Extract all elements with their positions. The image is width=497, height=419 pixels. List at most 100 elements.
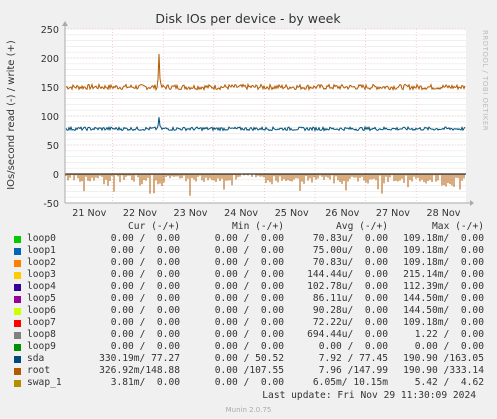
legend-cur: 0.00 / 0.00 (110, 293, 180, 304)
x-tick-label: 24 Nov (224, 208, 258, 219)
legend-min: 0.00 / 0.00 (214, 233, 284, 244)
legend-row-loop7: loop7 0.00 / 0.00 0.00 / 0.00 72.22u/ 0.00 1… (8, 317, 484, 329)
legend-swatch (14, 320, 21, 327)
legend-cur: 0.00 / 0.00 (110, 305, 180, 316)
header-max: Max (-/+) (432, 221, 484, 232)
legend-row-loop5: loop5 0.00 / 0.00 0.00 / 0.00 86.11u/ 0.00 1… (8, 293, 484, 305)
x-tick-label: 22 Nov (123, 208, 157, 219)
y-tick-label: 200 (41, 54, 59, 65)
legend-cur: 330.19m/ 77.27 (99, 353, 180, 364)
legend-row-loop6: loop6 0.00 / 0.00 0.00 / 0.00 90.28u/ 0.00 1… (8, 305, 484, 317)
legend-header-row: Cur (-/+) Min (-/+) Avg (-/+) Max (-/+) (8, 221, 484, 233)
y-tick-label: 0 (53, 170, 59, 181)
legend-min: 0.00 / 0.00 (214, 269, 284, 280)
x-tick-label: 25 Nov (275, 208, 309, 219)
legend-max: 0.00 / 0.00 (414, 341, 484, 352)
legend-row-loop9: loop9 0.00 / 0.00 0.00 / 0.00 0.00 / 0.00 0.… (8, 341, 484, 353)
legend-avg: 90.28u/ 0.00 (312, 305, 388, 316)
legend-swatch (14, 272, 21, 279)
legend-min: 0.00 / 0.00 (214, 281, 284, 292)
legend-name: loop9 (27, 341, 56, 352)
legend-max: 144.50m/ 0.00 (403, 305, 484, 316)
legend-table: Cur (-/+) Min (-/+) Avg (-/+) Max (-/+) … (8, 221, 484, 389)
legend-swatch (14, 332, 21, 339)
x-tick-label: 21 Nov (72, 208, 106, 219)
legend-max: 109.18m/ 0.00 (403, 317, 484, 328)
legend-row-loop3: loop3 0.00 / 0.00 0.00 / 0.00 144.44u/ 0.00… (8, 269, 484, 281)
legend-cur: 3.81m/ 0.00 (110, 377, 180, 388)
legend-name: loop4 (27, 281, 56, 292)
y-tick-label: -50 (43, 199, 59, 210)
legend-cur: 0.00 / 0.00 (110, 269, 180, 280)
legend-swatch (14, 248, 21, 255)
legend-name: root (27, 365, 51, 376)
header-avg: Avg (-/+) (336, 221, 388, 232)
legend-min: 0.00 /107.55 (214, 365, 284, 376)
legend-row-swap_1: swap_1 3.81m/ 0.00 0.00 / 0.00 6.05m/ 10.15… (8, 377, 484, 389)
legend-cur: 0.00 / 0.00 (110, 281, 180, 292)
legend-name: loop2 (27, 257, 56, 268)
legend-min: 0.00 / 0.00 (214, 293, 284, 304)
legend-swatch (14, 236, 21, 243)
legend-avg: 86.11u/ 0.00 (312, 293, 388, 304)
rrdtool-credit: RRDTOOL / TOBI OETIKER (481, 30, 489, 132)
legend-name: sda (27, 353, 45, 364)
legend-name: loop6 (27, 305, 56, 316)
legend-name: loop8 (27, 329, 56, 340)
legend-row-loop4: loop4 0.00 / 0.00 0.00 / 0.00 102.78u/ 0.00… (8, 281, 484, 293)
legend-swatch (14, 368, 21, 375)
legend-max: 190.90 /333.14 (403, 365, 484, 376)
legend-row-loop8: loop8 0.00 / 0.00 0.00 / 0.00 694.44u/ 0.00… (8, 329, 484, 341)
legend-name: loop0 (27, 233, 56, 244)
chart-title: Disk IOs per device - by week (155, 11, 341, 26)
legend-cur: 326.92m/148.88 (99, 365, 180, 376)
y-tick-label: 250 (41, 25, 59, 36)
legend-avg: 102.78u/ 0.00 (307, 281, 388, 292)
x-tick-label: 26 Nov (325, 208, 359, 219)
legend-row-loop2: loop2 0.00 / 0.00 0.00 / 0.00 70.83u/ 0.00 1… (8, 257, 484, 269)
legend-swatch (14, 380, 21, 387)
legend-avg: 694.44u/ 0.00 (307, 329, 388, 340)
legend-max: 190.90 /163.05 (403, 353, 484, 364)
legend-max: 215.14m/ 0.00 (403, 269, 484, 280)
legend-rows: loop0 0.00 / 0.00 0.00 / 0.00 70.83u/ 0.00 1… (8, 233, 484, 389)
legend-name: loop7 (27, 317, 56, 328)
x-tick-label: 27 Nov (376, 208, 410, 219)
x-tick-label: 28 Nov (427, 208, 461, 219)
legend-min: 0.00 / 0.00 (214, 245, 284, 256)
legend-name: loop1 (27, 245, 56, 256)
x-tick-label: 23 Nov (174, 208, 208, 219)
legend-swatch (14, 344, 21, 351)
legend-cur: 0.00 / 0.00 (110, 233, 180, 244)
legend-min: 0.00 / 0.00 (214, 305, 284, 316)
legend-name: loop3 (27, 269, 56, 280)
y-axis-arrow (62, 21, 68, 26)
legend-cur: 0.00 / 0.00 (110, 341, 180, 352)
legend-cur: 0.00 / 0.00 (110, 245, 180, 256)
legend-max: 1.22 / 0.00 (414, 329, 484, 340)
legend-max: 144.50m/ 0.00 (403, 293, 484, 304)
legend-avg: 6.05m/ 10.15m (312, 377, 388, 388)
header-min: Min (-/+) (232, 221, 284, 232)
last-update-text: Last update: Fri Nov 29 11:30:09 2024 (262, 390, 476, 401)
y-axis-label: IOs/second read (-) / write (+) (6, 40, 17, 190)
legend-avg: 70.83u/ 0.00 (312, 257, 388, 268)
legend-min: 0.00 / 0.00 (214, 341, 284, 352)
legend-min: 0.00 / 0.00 (214, 329, 284, 340)
legend-avg: 72.22u/ 0.00 (312, 317, 388, 328)
legend-min: 0.00 / 0.00 (214, 317, 284, 328)
legend-avg: 0.00 / 0.00 (318, 341, 388, 352)
legend-row-loop0: loop0 0.00 / 0.00 0.00 / 0.00 70.83u/ 0.00 1… (8, 233, 484, 245)
legend-swatch (14, 284, 21, 291)
legend-max: 109.18m/ 0.00 (403, 257, 484, 268)
legend-cur: 0.00 / 0.00 (110, 257, 180, 268)
legend-avg: 7.92 / 77.45 (318, 353, 388, 364)
legend-swatch (14, 308, 21, 315)
legend-avg: 144.44u/ 0.00 (307, 269, 388, 280)
legend-max: 5.42 / 4.62 (414, 377, 484, 388)
legend-name: loop5 (27, 293, 56, 304)
legend-max: 112.39m/ 0.00 (403, 281, 484, 292)
y-tick-label: 100 (41, 112, 59, 123)
legend-cur: 0.00 / 0.00 (110, 317, 180, 328)
y-tick-labels: -50 0 50 100 150 200 250 (41, 25, 59, 210)
